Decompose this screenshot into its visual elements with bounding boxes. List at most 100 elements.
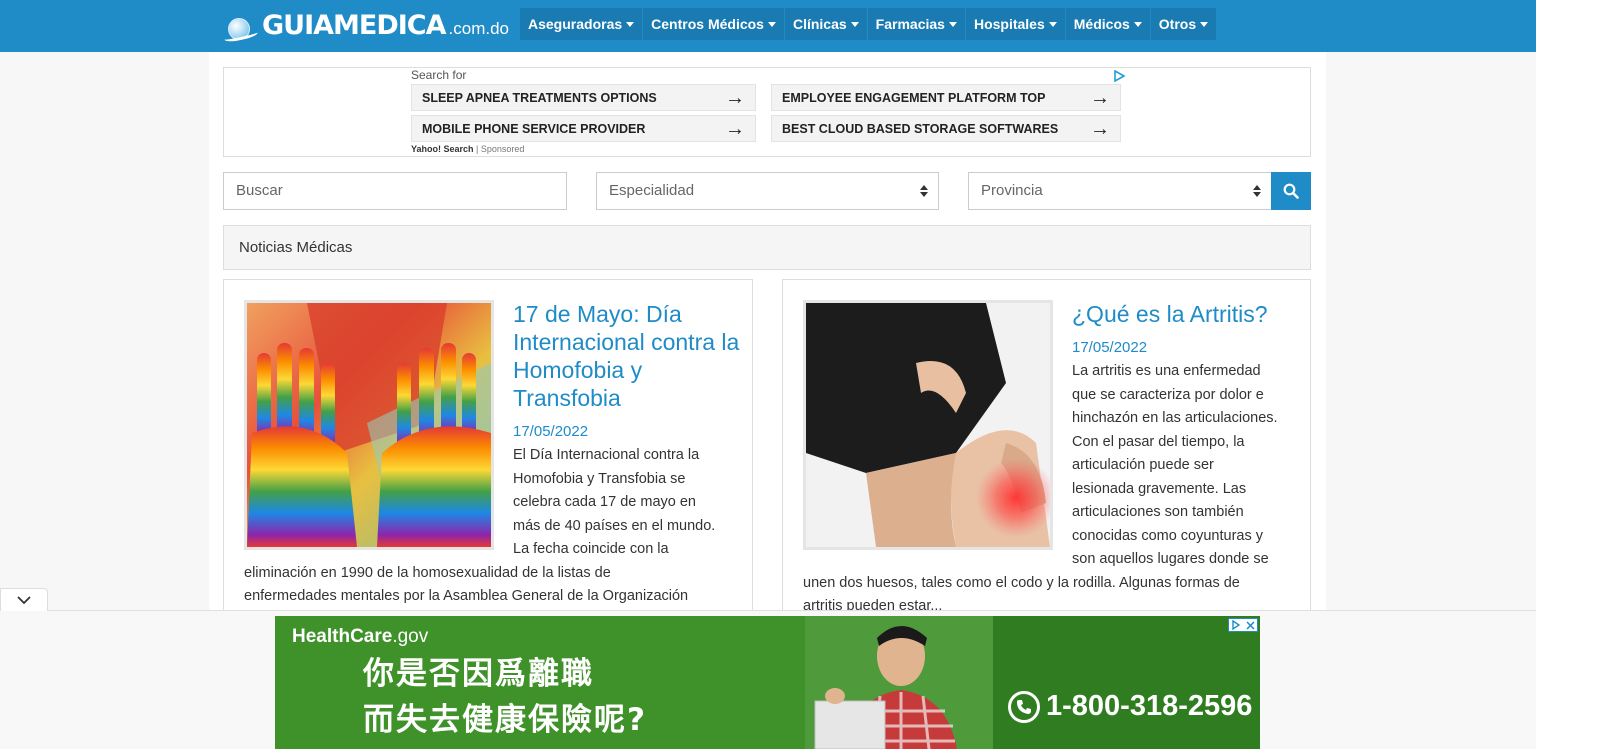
arrow-right-icon: →: [1090, 117, 1110, 140]
specialty-select[interactable]: Especialidad: [596, 172, 939, 210]
site-logo[interactable]: GUIAMEDICA .com.do: [223, 10, 509, 44]
knee-pain-image: [806, 303, 1050, 547]
nav-label: Centros Médicos: [651, 16, 764, 32]
page-gutter: [1536, 0, 1600, 749]
article-excerpt-line: La artritis es una enfermedad: [1072, 363, 1261, 379]
nav-centros-medicos[interactable]: Centros Médicos: [643, 8, 784, 40]
separator: |: [473, 144, 481, 154]
ad-link-label: BEST CLOUD BASED STORAGE SOFTWARES: [782, 121, 1059, 136]
ad-link-label: SLEEP APNEA TREATMENTS OPTIONS: [422, 90, 657, 105]
nav-aseguradoras[interactable]: Aseguradoras: [520, 8, 643, 40]
article-excerpt-line: que se caracteriza por dolor e: [1072, 387, 1264, 403]
article-excerpt-line: conocidas como coyunturas y: [1072, 528, 1264, 544]
ad-link-mobile-phone[interactable]: MOBILE PHONE SERVICE PROVIDER →: [411, 115, 756, 142]
ad-link-cloud-storage[interactable]: BEST CLOUD BASED STORAGE SOFTWARES →: [771, 115, 1121, 142]
select-updown-icon: [920, 185, 928, 197]
article-date: 17/05/2022: [1072, 339, 1148, 356]
select-updown-icon: [1253, 185, 1261, 197]
province-value: Provincia: [981, 182, 1043, 199]
logo-tld: .com.do: [448, 19, 509, 38]
ad-headline-line2: 而失去健康保險呢?: [363, 702, 647, 738]
phone-icon: [1008, 690, 1040, 723]
ad-link-employee-engagement[interactable]: EMPLOYEE ENGAGEMENT PLATFORM TOP →: [771, 84, 1121, 111]
arrow-right-icon: →: [1090, 86, 1110, 109]
ad-phone-number: 1-800-318-2596: [1008, 690, 1252, 723]
article-excerpt-line: eliminación en 1990 de la homosexualidad…: [244, 565, 611, 581]
healthcare-brand: HealthCare.gov: [292, 626, 428, 648]
article-excerpt-line: son aquellos lugares donde se: [1072, 551, 1269, 567]
article-excerpt-line: El Día Internacional contra la: [513, 447, 700, 463]
ad-link-label: MOBILE PHONE SERVICE PROVIDER: [422, 121, 646, 136]
nav-label: Aseguradoras: [528, 16, 623, 32]
article-excerpt-line: más de 40 países en el mundo.: [513, 518, 716, 534]
caret-down-icon: [767, 21, 776, 27]
ad-headline-line1: 你是否因爲離職: [363, 656, 594, 692]
article-excerpt-line: enfermedades mentales por la Asamblea Ge…: [244, 588, 689, 604]
article-excerpt-line: celebra cada 17 de mayo en: [513, 494, 696, 510]
nav-medicos[interactable]: Médicos: [1065, 8, 1150, 40]
caret-down-icon: [1133, 21, 1142, 27]
chevron-down-icon: [17, 595, 31, 604]
close-icon[interactable]: [1243, 619, 1257, 631]
news-section-header: Noticias Médicas: [223, 225, 1311, 270]
nav-label: Hospitales: [973, 16, 1045, 32]
globe-icon: [223, 14, 259, 44]
logo-brand: GUIAMEDICA: [262, 10, 447, 41]
article-excerpt-line: Con el pasar del tiempo, la: [1072, 434, 1245, 450]
article-title-link[interactable]: 17 de Mayo: Día Internacional contra la …: [513, 300, 743, 412]
sponsored-label: Sponsored: [480, 144, 525, 154]
yahoo-sponsored-label: Yahoo! Search | Sponsored: [411, 144, 524, 154]
article-excerpt-line: unen dos huesos, tales como el codo y la…: [803, 575, 1240, 591]
nav-label: Otros: [1158, 16, 1197, 32]
arrow-right-icon: →: [725, 86, 745, 109]
search-icon: [1283, 183, 1299, 199]
nav-label: Clínicas: [792, 16, 847, 32]
article-excerpt-line: Homofobia y Transfobia se: [513, 471, 686, 487]
article-excerpt-line: La fecha coincide con la: [513, 541, 669, 557]
healthcare-gov-ad[interactable]: HealthCare.gov 你是否因爲離職 而失去健康保險呢? 1-800-3…: [275, 616, 1260, 749]
search-button[interactable]: [1271, 172, 1311, 210]
article-image-rainbow-hands[interactable]: [244, 300, 494, 550]
province-select[interactable]: Provincia: [968, 172, 1272, 210]
nav-otros[interactable]: Otros: [1150, 8, 1217, 40]
rainbow-hands-image: [247, 303, 491, 547]
search-input[interactable]: Buscar: [223, 172, 567, 210]
news-header-label: Noticias Médicas: [239, 239, 353, 256]
caret-down-icon: [850, 21, 859, 27]
specialty-value: Especialidad: [609, 182, 695, 199]
ad-link-sleep-apnea[interactable]: SLEEP APNEA TREATMENTS OPTIONS →: [411, 84, 756, 111]
adchoices-close[interactable]: [1228, 618, 1258, 632]
collapse-ad-button[interactable]: [0, 588, 48, 611]
phone-number-text: 1-800-318-2596: [1046, 690, 1253, 722]
caret-down-icon: [626, 21, 635, 27]
nav-clinicas[interactable]: Clínicas: [784, 8, 867, 40]
search-placeholder: Buscar: [236, 182, 283, 199]
yahoo-brand: Yahoo! Search: [411, 144, 474, 154]
nav-label: Médicos: [1073, 16, 1130, 32]
caret-down-icon: [948, 21, 957, 27]
article-image-knee-pain[interactable]: [803, 300, 1053, 550]
ad-search-for-label: Search for: [411, 68, 467, 82]
healthcare-brand-suffix: .gov: [392, 626, 429, 647]
article-excerpt-line: articulaciones son también: [1072, 504, 1244, 520]
caret-down-icon: [1048, 21, 1057, 27]
article-excerpt-line: hinchazón en las articulaciones.: [1072, 410, 1278, 426]
ad-right-panel: [993, 616, 1260, 749]
nav-farmacias[interactable]: Farmacias: [867, 8, 965, 40]
nav-label: Farmacias: [875, 16, 945, 32]
arrow-right-icon: →: [725, 117, 745, 140]
article-excerpt-line: lesionada gravemente. Las: [1072, 481, 1247, 497]
nav-hospitales[interactable]: Hospitales: [965, 8, 1065, 40]
article-excerpt-line: articulación puede ser: [1072, 457, 1214, 473]
ad-link-label: EMPLOYEE ENGAGEMENT PLATFORM TOP: [782, 90, 1046, 105]
adchoices-icon[interactable]: [1229, 619, 1243, 631]
top-navbar: GUIAMEDICA .com.do Aseguradoras Centros …: [0, 0, 1536, 52]
adchoices-icon[interactable]: [1113, 70, 1125, 82]
healthcare-brand-name: HealthCare: [292, 626, 393, 647]
main-nav: Aseguradoras Centros Médicos Clínicas Fa…: [520, 8, 1217, 40]
sponsored-search-ad: Search for SLEEP APNEA TREATMENTS OPTION…: [223, 67, 1311, 157]
caret-down-icon: [1200, 21, 1209, 27]
article-title-link[interactable]: ¿Qué es la Artritis?: [1072, 300, 1302, 328]
article-date: 17/05/2022: [513, 423, 589, 440]
man-with-laptop-image: [805, 616, 993, 749]
